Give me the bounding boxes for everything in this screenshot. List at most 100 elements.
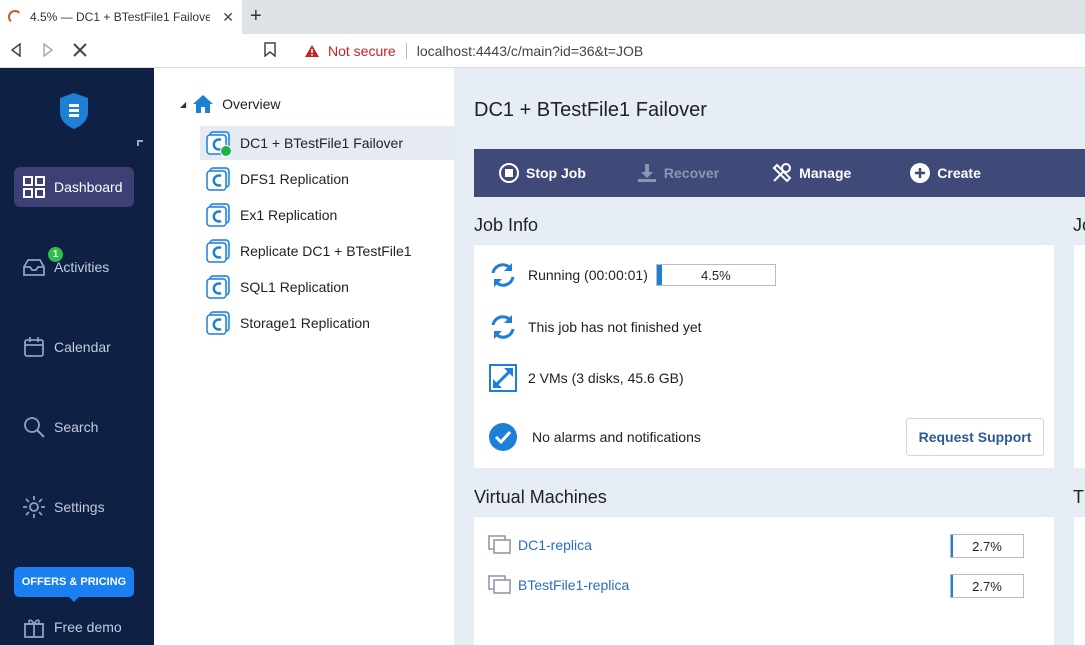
stop-job-label: Stop Job [526, 165, 586, 181]
close-tab-icon[interactable]: ✕ [222, 9, 234, 26]
job-replica-icon [206, 239, 230, 263]
tree-item-job[interactable]: SQL1 Replication [200, 270, 454, 304]
url-text: localhost:4443/c/main?id=36&t=JOB [416, 43, 644, 59]
request-support-button[interactable]: Request Support [906, 418, 1044, 456]
vm-progress-text: 2.7% [972, 539, 1002, 554]
job-toolbar: Stop Job Recover Manage Create [474, 149, 1085, 197]
job-replica-icon [206, 311, 230, 335]
bookmark-icon[interactable] [264, 42, 276, 57]
tree-collapse-caret-icon[interactable]: ◢ [180, 100, 186, 109]
side-section-heading: Jo [1073, 215, 1085, 235]
vm-progress-text: 2.7% [972, 579, 1002, 594]
page-title: DC1 + BTestFile1 Failover [474, 99, 707, 121]
download-icon [637, 164, 656, 182]
tree-item-job[interactable]: Replicate DC1 + BTestFile1 [200, 234, 454, 268]
tree-item-job[interactable]: Storage1 Replication [200, 306, 454, 340]
address-bar-row: Not secure localhost:4443/c/main?id=36&t… [0, 34, 1085, 68]
tree-item-job[interactable]: DFS1 Replication [200, 162, 454, 196]
gear-icon [23, 496, 45, 518]
collapse-sidebar-icon[interactable] [137, 140, 143, 146]
calendar-icon [24, 337, 44, 357]
create-label: Create [937, 165, 981, 181]
job-finished-row: This job has not finished yet [488, 312, 702, 342]
job-replica-icon [206, 131, 232, 157]
app-logo-icon [60, 93, 88, 129]
tree-item-job[interactable]: DC1 + BTestFile1 Failover [200, 126, 454, 160]
sidebar-item-activities[interactable]: 1 Activities [14, 247, 134, 287]
offers-tooltip-arrow [68, 596, 80, 602]
vm-progress-bar: 2.7% [950, 534, 1024, 558]
expand-arrows-icon [489, 364, 517, 392]
job-vms-row: 2 VMs (3 disks, 45.6 GB) [488, 363, 684, 393]
tree-item-label: DFS1 Replication [240, 171, 349, 187]
side-card [1074, 245, 1085, 468]
tools-icon [772, 163, 792, 183]
tab-title: 4.5% — DC1 + BTestFile1 Failover [30, 10, 210, 24]
recover-button[interactable]: Recover [636, 162, 719, 184]
vm-name-link[interactable]: BTestFile1-replica [518, 577, 629, 593]
url-field[interactable]: Not secure localhost:4443/c/main?id=36&t… [296, 38, 1085, 64]
vm-progress-bar: 2.7% [950, 574, 1024, 598]
job-replica-icon [206, 275, 230, 299]
search-icon [24, 417, 45, 438]
job-info-heading: Job Info [474, 215, 539, 235]
check-circle-icon [489, 423, 517, 451]
tree-root-label: Overview [222, 96, 281, 112]
job-alarms-text: No alarms and notifications [532, 429, 701, 445]
activities-badge: 1 [48, 247, 63, 262]
job-replica-icon [206, 203, 230, 227]
tree-item-label: DC1 + BTestFile1 Failover [240, 135, 404, 151]
vm-name-link[interactable]: DC1-replica [518, 537, 592, 553]
tree-item-label: SQL1 Replication [240, 279, 349, 295]
job-finished-text: This job has not finished yet [528, 319, 702, 335]
main-content: DC1 + BTestFile1 Failover Stop Job Recov… [454, 68, 1085, 645]
offers-pricing-button[interactable]: OFFERS & PRICING [14, 567, 134, 597]
sidebar: Dashboard 1 Activities Calendar Search S… [0, 68, 154, 645]
side-section-heading-2: T [1073, 487, 1084, 507]
tree-item-label: Replicate DC1 + BTestFile1 [240, 243, 412, 259]
sidebar-item-dashboard[interactable]: Dashboard [14, 167, 134, 207]
sidebar-item-search[interactable]: Search [14, 407, 134, 447]
stop-loading-icon[interactable] [73, 43, 87, 57]
tree-root-overview[interactable]: ◢ Overview [180, 94, 281, 114]
refresh-icon [491, 263, 515, 287]
warning-icon [305, 45, 319, 57]
sidebar-item-label: Search [54, 419, 99, 435]
manage-button[interactable]: Manage [771, 162, 851, 184]
vm-icon [488, 535, 511, 554]
job-alarms-row: No alarms and notifications [488, 422, 701, 452]
side-card-2 [1074, 517, 1085, 645]
job-vms-text: 2 VMs (3 disks, 45.6 GB) [528, 370, 684, 386]
job-replica-icon [206, 167, 230, 191]
inbox-icon [23, 259, 45, 276]
create-button[interactable]: Create [909, 162, 981, 184]
sidebar-item-calendar[interactable]: Calendar [14, 327, 134, 367]
stop-job-button[interactable]: Stop Job [498, 162, 586, 184]
sidebar-item-label: Free demo [54, 619, 122, 635]
address-divider [405, 43, 407, 59]
sidebar-item-label: Dashboard [54, 179, 123, 195]
plus-circle-icon [910, 163, 931, 183]
forward-icon[interactable] [42, 43, 54, 57]
sidebar-item-label: Calendar [54, 339, 111, 355]
tree-item-label: Ex1 Replication [240, 207, 338, 223]
sidebar-item-label: Settings [54, 499, 105, 515]
sidebar-item-free-demo[interactable]: Free demo [14, 607, 134, 645]
job-status-row: Running (00:00:01) 4.5% [488, 260, 776, 290]
recover-label: Recover [663, 165, 720, 181]
gift-icon [24, 619, 44, 638]
tree-item-job[interactable]: Ex1 Replication [200, 198, 454, 232]
loading-spinner-icon [8, 10, 22, 24]
sidebar-item-label: Activities [54, 259, 110, 275]
vm-row: DC1-replica 2.7% [488, 532, 1038, 558]
job-status-text: Running (00:00:01) [528, 267, 648, 283]
back-icon[interactable] [10, 43, 22, 57]
vm-icon [488, 575, 511, 594]
new-tab-button[interactable]: + [250, 5, 262, 28]
sidebar-item-settings[interactable]: Settings [14, 487, 134, 527]
virtual-machines-card: DC1-replica 2.7% BTestFile1-replica 2.7% [474, 517, 1054, 645]
browser-tab[interactable]: 4.5% — DC1 + BTestFile1 Failover ✕ [0, 0, 242, 34]
vm-row: BTestFile1-replica 2.7% [488, 572, 1038, 598]
running-play-icon [220, 145, 232, 157]
tree-item-label: Storage1 Replication [240, 315, 370, 331]
